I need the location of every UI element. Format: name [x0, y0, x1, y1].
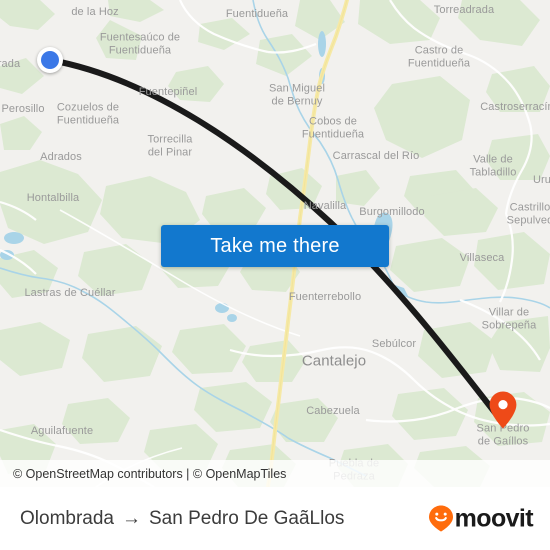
footer-bar: Olombrada → San Pedro De GaãLlos moovit	[0, 487, 550, 550]
map-canvas[interactable]: de la Hoz Fuentidueña Torreadrada Fuente…	[0, 0, 550, 487]
origin-dot-icon	[41, 51, 59, 69]
trip-origin-label: Olombrada	[20, 507, 114, 529]
destination-marker[interactable]	[489, 391, 517, 429]
attribution-text[interactable]: © OpenStreetMap contributors | © OpenMap…	[13, 467, 286, 481]
moovit-logo[interactable]: moovit	[428, 504, 534, 533]
moovit-wordmark: moovit	[454, 504, 534, 532]
trip-destination-label: San Pedro De GaãLlos	[149, 507, 345, 529]
map-attribution-bar: © OpenStreetMap contributors | © OpenMap…	[0, 460, 550, 487]
origin-marker[interactable]	[37, 47, 63, 73]
moovit-pin-icon	[428, 505, 453, 532]
map-pin-icon	[489, 391, 517, 429]
trip-summary: Olombrada → San Pedro De GaãLlos	[20, 508, 344, 530]
take-me-there-label: Take me there	[210, 234, 340, 257]
take-me-there-button[interactable]: Take me there	[161, 225, 389, 267]
arrow-right-icon: →	[122, 507, 141, 529]
